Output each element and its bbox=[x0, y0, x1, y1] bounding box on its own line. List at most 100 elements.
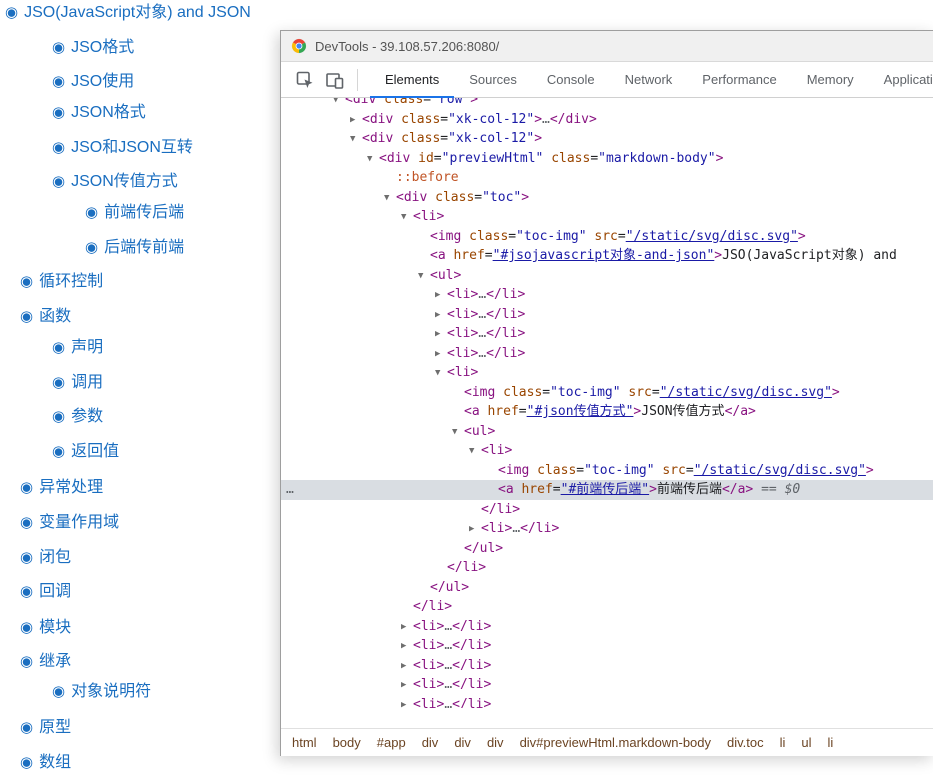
toc-item[interactable]: ◉调用 bbox=[52, 372, 103, 393]
breadcrumb-item[interactable]: div#previewHtml.markdown-body bbox=[512, 735, 719, 750]
expand-arrow-icon[interactable]: ▶ bbox=[401, 676, 413, 696]
dom-tree-row[interactable]: ▼<div class="xk-col-12"> bbox=[281, 129, 933, 149]
code-token[interactable]: "/static/svg/disc.svg" bbox=[694, 463, 866, 478]
toc-item[interactable]: ◉前端传后端 bbox=[85, 202, 184, 223]
breadcrumb-item[interactable]: div bbox=[414, 735, 447, 750]
breadcrumb-item[interactable]: ul bbox=[793, 735, 819, 750]
tab-performance[interactable]: Performance bbox=[687, 62, 791, 98]
dom-tree-row[interactable]: ▶<li>…</li> bbox=[281, 675, 933, 695]
toc-link[interactable]: JSON格式 bbox=[71, 102, 146, 123]
dom-tree-row[interactable]: …<a href="#前端传后端">前端传后端</a> == $0 bbox=[281, 480, 933, 500]
toc-link[interactable]: 调用 bbox=[71, 372, 103, 393]
collapse-arrow-icon[interactable]: ▼ bbox=[350, 130, 362, 150]
collapse-arrow-icon[interactable]: ▼ bbox=[384, 189, 396, 209]
dom-tree-row[interactable]: ▶<li>…</li> bbox=[281, 617, 933, 637]
toc-link[interactable]: 参数 bbox=[71, 406, 103, 427]
toc-link[interactable]: 数组 bbox=[39, 752, 71, 773]
collapse-arrow-icon[interactable]: ▼ bbox=[469, 442, 481, 462]
expand-arrow-icon[interactable]: ▶ bbox=[435, 345, 447, 365]
collapse-arrow-icon[interactable]: ▼ bbox=[418, 267, 430, 287]
breadcrumb-item[interactable]: html bbox=[284, 735, 325, 750]
expand-arrow-icon[interactable]: ▶ bbox=[401, 637, 413, 657]
dom-tree-row[interactable]: <a href="#jsojavascript对象-and-json">JSO(… bbox=[281, 246, 933, 266]
toc-item[interactable]: ◉JSO格式 bbox=[52, 37, 134, 58]
toc-item[interactable]: ◉变量作用域 bbox=[20, 512, 119, 533]
expand-arrow-icon[interactable]: ▶ bbox=[435, 286, 447, 306]
toc-link[interactable]: JSO使用 bbox=[71, 71, 134, 92]
dom-tree-row[interactable]: </ul> bbox=[281, 578, 933, 598]
breadcrumb-item[interactable]: div bbox=[446, 735, 479, 750]
toc-link[interactable]: 变量作用域 bbox=[39, 512, 119, 533]
toc-link[interactable]: 返回值 bbox=[71, 441, 119, 462]
node-menu-icon[interactable]: … bbox=[286, 480, 295, 500]
tab-application[interactable]: Application bbox=[869, 62, 933, 98]
toc-link[interactable]: 对象说明符 bbox=[71, 681, 151, 702]
code-token[interactable]: "#json传值方式" bbox=[527, 404, 634, 419]
breadcrumb-item[interactable]: div.toc bbox=[719, 735, 772, 750]
breadcrumb-item[interactable]: body bbox=[325, 735, 369, 750]
dom-tree-row[interactable]: ▼<div class="row"> bbox=[281, 98, 933, 110]
dom-tree-row[interactable]: ▶<li>…</li> bbox=[281, 285, 933, 305]
dom-tree-row[interactable]: <img class="toc-img" src="/static/svg/di… bbox=[281, 227, 933, 247]
toc-link[interactable]: JSO格式 bbox=[71, 37, 134, 58]
dom-tree-row[interactable]: ▶<li>…</li> bbox=[281, 519, 933, 539]
toc-item[interactable]: ◉原型 bbox=[20, 717, 71, 738]
toc-link[interactable]: 继承 bbox=[39, 651, 71, 672]
tab-memory[interactable]: Memory bbox=[792, 62, 869, 98]
dom-tree-row[interactable]: ▶<li>…</li> bbox=[281, 305, 933, 325]
toc-item[interactable]: ◉回调 bbox=[20, 581, 71, 602]
code-token[interactable]: "/static/svg/disc.svg" bbox=[660, 385, 832, 400]
dom-tree-row[interactable]: ▶<li>…</li> bbox=[281, 344, 933, 364]
toc-link[interactable]: 回调 bbox=[39, 581, 71, 602]
dom-tree-row[interactable]: ▼<li> bbox=[281, 207, 933, 227]
toc-link[interactable]: 原型 bbox=[39, 717, 71, 738]
toc-item[interactable]: ◉JSO使用 bbox=[52, 71, 134, 92]
toc-item[interactable]: ◉模块 bbox=[20, 617, 71, 638]
dom-tree-row[interactable]: <img class="toc-img" src="/static/svg/di… bbox=[281, 383, 933, 403]
toc-item[interactable]: ◉函数 bbox=[20, 306, 71, 327]
dom-tree-row[interactable]: ▶<li>…</li> bbox=[281, 636, 933, 656]
dom-tree-row[interactable]: ▶<li>…</li> bbox=[281, 656, 933, 676]
expand-arrow-icon[interactable]: ▶ bbox=[435, 306, 447, 326]
dom-tree-row[interactable]: ▼<ul> bbox=[281, 422, 933, 442]
dom-tree-row[interactable]: ▼<div id="previewHtml" class="markdown-b… bbox=[281, 149, 933, 169]
code-token[interactable]: "#jsojavascript对象-and-json" bbox=[493, 248, 715, 263]
dom-tree-row[interactable]: </li> bbox=[281, 500, 933, 520]
toc-item[interactable]: ◉异常处理 bbox=[20, 477, 103, 498]
expand-arrow-icon[interactable]: ▶ bbox=[469, 520, 481, 540]
expand-arrow-icon[interactable]: ▶ bbox=[435, 325, 447, 345]
toc-item[interactable]: ◉对象说明符 bbox=[52, 681, 151, 702]
dom-tree-row[interactable]: </ul> bbox=[281, 539, 933, 559]
toc-item[interactable]: ◉JSO(JavaScript对象) and JSON bbox=[5, 2, 251, 23]
expand-arrow-icon[interactable]: ▶ bbox=[401, 657, 413, 677]
code-token[interactable]: "#前端传后端" bbox=[561, 482, 649, 497]
tab-network[interactable]: Network bbox=[610, 62, 688, 98]
dom-tree-row[interactable]: </li> bbox=[281, 558, 933, 578]
dom-tree-row[interactable]: ▼<li> bbox=[281, 441, 933, 461]
toc-link[interactable]: JSO和JSON互转 bbox=[71, 137, 193, 158]
collapse-arrow-icon[interactable]: ▼ bbox=[452, 423, 464, 443]
toc-item[interactable]: ◉数组 bbox=[20, 752, 71, 773]
expand-arrow-icon[interactable]: ▶ bbox=[350, 111, 362, 131]
dom-tree-row[interactable]: ▼<li> bbox=[281, 363, 933, 383]
toc-link[interactable]: 函数 bbox=[39, 306, 71, 327]
toc-link[interactable]: JSON传值方式 bbox=[71, 171, 178, 192]
expand-arrow-icon[interactable]: ▶ bbox=[401, 696, 413, 709]
breadcrumb-item[interactable]: li bbox=[772, 735, 794, 750]
tab-elements[interactable]: Elements bbox=[370, 62, 454, 98]
dom-tree-row[interactable]: </li> bbox=[281, 597, 933, 617]
dom-tree-row[interactable]: ▶<li>…</li> bbox=[281, 695, 933, 709]
tab-sources[interactable]: Sources bbox=[454, 62, 532, 98]
toc-link[interactable]: 异常处理 bbox=[39, 477, 103, 498]
toc-item[interactable]: ◉JSON传值方式 bbox=[52, 171, 178, 192]
dom-tree-row[interactable]: ▼<div class="toc"> bbox=[281, 188, 933, 208]
toc-link[interactable]: 声明 bbox=[71, 337, 103, 358]
toc-item[interactable]: ◉JSON格式 bbox=[52, 102, 146, 123]
collapse-arrow-icon[interactable]: ▼ bbox=[401, 208, 413, 228]
toc-item[interactable]: ◉循环控制 bbox=[20, 271, 103, 292]
toc-link[interactable]: 后端传前端 bbox=[104, 237, 184, 258]
dom-tree-row[interactable]: <img class="toc-img" src="/static/svg/di… bbox=[281, 461, 933, 481]
collapse-arrow-icon[interactable]: ▼ bbox=[435, 364, 447, 384]
toc-link[interactable]: 循环控制 bbox=[39, 271, 103, 292]
toc-link[interactable]: 模块 bbox=[39, 617, 71, 638]
